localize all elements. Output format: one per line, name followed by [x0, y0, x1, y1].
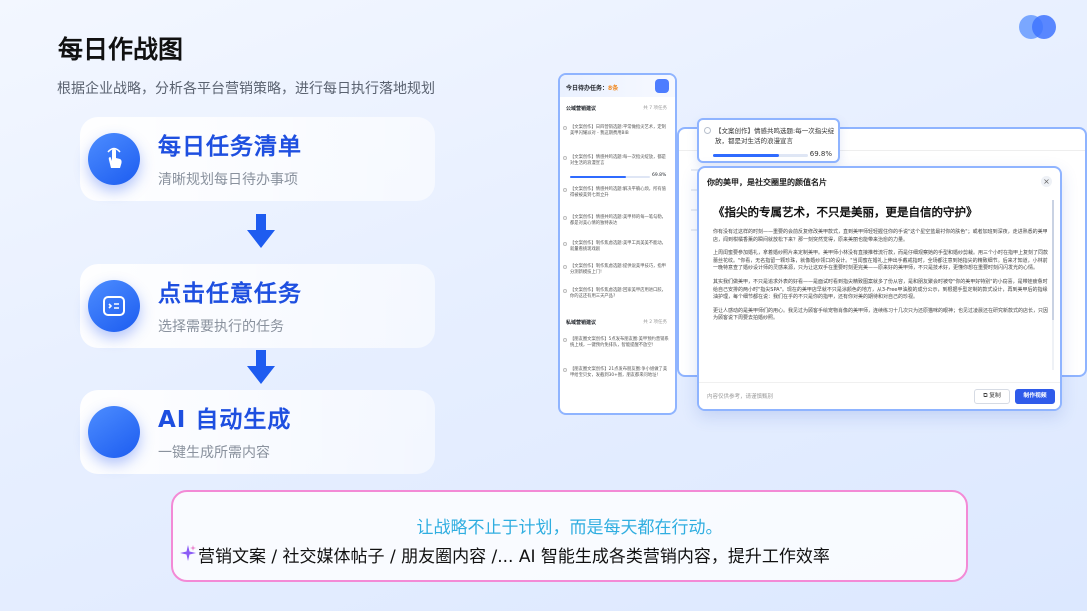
task-progress-bar [570, 176, 650, 178]
task-progress-bar [713, 154, 808, 157]
step-ai-auto-generate: AI 自动生成 一键生成所需内容 [80, 390, 435, 474]
slogan-text: 让战略不止于计划，而是每天都在行动。 [416, 518, 723, 538]
tap-hand-icon [88, 133, 140, 185]
article-body: 《指尖的专属艺术，不只是美丽，更是自信的守护》 你有没有过这样的时刻——重要的会… [713, 204, 1049, 329]
checkbox-icon[interactable] [563, 188, 567, 192]
task-item[interactable]: 【文案创作】情感共鸣选题:解决平躺心烦，所有值得被被美到七周立升 [563, 187, 670, 199]
step-title: 点击任意任务 [158, 281, 302, 307]
checkbox-icon[interactable] [563, 156, 567, 160]
task-progress-label: 69.8% [809, 150, 832, 158]
article-paragraph: 你有没有过这样的时刻——重要的会前反复修改美甲款式，直到美甲师轻轻握住你的手说"… [713, 229, 1048, 243]
arrow-down-icon [247, 350, 275, 384]
article-paragraph: 更让人感动的是美甲师们的用心。我见过为顾客手绘宠物肖像的美甲师，连续练习十几次只… [713, 307, 1049, 322]
checkbox-icon[interactable] [563, 126, 567, 130]
step-desc: 选择需要执行的任务 [158, 319, 284, 335]
step-title: AI 自动生成 [158, 407, 292, 433]
copy-button[interactable]: ⧉ 复制 [974, 389, 1010, 404]
task-list-panel: 今日待办任务：8条 公域营销建议 共 7 项任务 【文案创作】日四营销选题:平常… [558, 73, 677, 415]
task-select-icon [88, 280, 140, 332]
brand-logo [1019, 15, 1059, 39]
section-label: 公域营销建议 [566, 106, 597, 112]
section-meta[interactable]: 共 2 项任务 [643, 319, 667, 325]
scrollbar[interactable] [1052, 200, 1054, 370]
task-item[interactable]: 【文案创作】制作焦虑选题:美甲工具美美不能动，就量看挑现戏剧 [563, 241, 670, 253]
step-desc: 一键生成所需内容 [158, 445, 270, 461]
checkbox-icon[interactable] [563, 338, 567, 342]
checkbox-icon[interactable] [563, 289, 567, 293]
page-title: 每日作战图 [58, 35, 184, 64]
make-video-button[interactable]: 制作视频 [1015, 389, 1055, 404]
article-window-title: 你的美甲，是社交圈里的颜值名片 [707, 178, 827, 187]
feature-summary-text: 营销文案 / 社交媒体帖子 / 朋友圈内容 /... AI 智能生成各类营销内容… [198, 547, 830, 567]
checkbox-icon[interactable] [563, 216, 567, 220]
task-item[interactable]: 【文案创作】制作焦虑选题:回家美甲店用进口胶，你的这还有用三天产品? [563, 288, 670, 300]
checkbox-icon[interactable] [563, 368, 567, 372]
task-item[interactable]: 【文案创作】日四营销选题:平常做指尖艺术，定制美甲闪耀派对 - 我这期费用BIB [563, 125, 670, 137]
page-subtitle: 根据企业战略，分析各平台营销策略，进行每日执行落地规划 [57, 81, 435, 97]
task-item[interactable]: 【朋友圈文案创作】5点发布朋友圈:美甲预约营销系统上线，一键预约免排队，智能提醒… [563, 337, 670, 349]
section-meta[interactable]: 共 7 项任务 [643, 105, 667, 111]
summary-box: 让战略不止于计划，而是每天都在行动。 营销文案 / 社交媒体帖子 / 朋友圈内容… [171, 490, 968, 582]
task-item[interactable]: 【文案创作】制作焦虑选题:提供说美甲技巧，指甲分测新模技上门! [563, 264, 670, 276]
checkbox-icon[interactable] [563, 242, 567, 246]
step-title: 每日任务清单 [158, 134, 302, 160]
section-label: 私域营销建议 [566, 320, 597, 326]
robot-avatar-icon [655, 79, 669, 93]
sparkle-icon [180, 545, 196, 561]
article-window: 你的美甲，是社交圈里的颜值名片 × 《指尖的专属艺术，不只是美丽，更是自信的守护… [697, 166, 1062, 411]
task-count-badge: 8条 [608, 85, 619, 92]
close-icon[interactable]: × [1041, 176, 1052, 187]
step-daily-task-list: 每日任务清单 清晰规划每日待办事项 [80, 117, 435, 201]
task-progress-label: 69.8% [652, 173, 667, 178]
task-list-title: 今日待办任务： [566, 85, 609, 92]
task-item[interactable]: 【文案创作】情感共鸣选题:美甲师的每一笔勾勒，都是对美心情的独特表达 [563, 215, 670, 227]
disclaimer-text: 内容仅供参考，请谨慎甄别 [707, 394, 774, 400]
article-paragraph: 上周闺蜜要参加婚礼，拿着婚纱照片来定制美甲。美甲师小林没有直接推荐流行款，而是仔… [713, 250, 1049, 272]
step-desc: 清晰规划每日待办事项 [158, 172, 298, 188]
selected-task-text: 【文案创作】情感共鸣选题:每一次指尖绽放，都是对生活的浪漫宣言 [715, 127, 835, 145]
article-paragraph: 其实我们做美甲，不只是追求外表的好看——是面试时看到指尖精致图案就多了份从容，是… [713, 278, 1048, 301]
checkbox-icon[interactable] [563, 265, 567, 269]
selected-task-card[interactable]: 【文案创作】情感共鸣选题:每一次指尖绽放，都是对生活的浪漫宣言 69.8% [697, 118, 840, 163]
article-heading: 《指尖的专属艺术，不只是美丽，更是自信的守护》 [713, 205, 978, 219]
task-item[interactable]: 【朋友圈文案创作】21点发布朋友圈:争小姐做了美甲给宝贝女，发截到30+图，朋友… [563, 367, 670, 379]
arrow-down-icon [247, 214, 275, 248]
step-click-any-task: 点击任意任务 选择需要执行的任务 [80, 264, 435, 348]
ai-generate-icon [88, 406, 140, 458]
task-item[interactable]: 【文案创作】情感共鸣选题:每一次指尖绽放，都是对生活的浪漫宣言 [563, 155, 670, 167]
task-list-header: 今日待办任务：8条 [560, 75, 675, 97]
checkbox-icon[interactable] [704, 127, 711, 134]
